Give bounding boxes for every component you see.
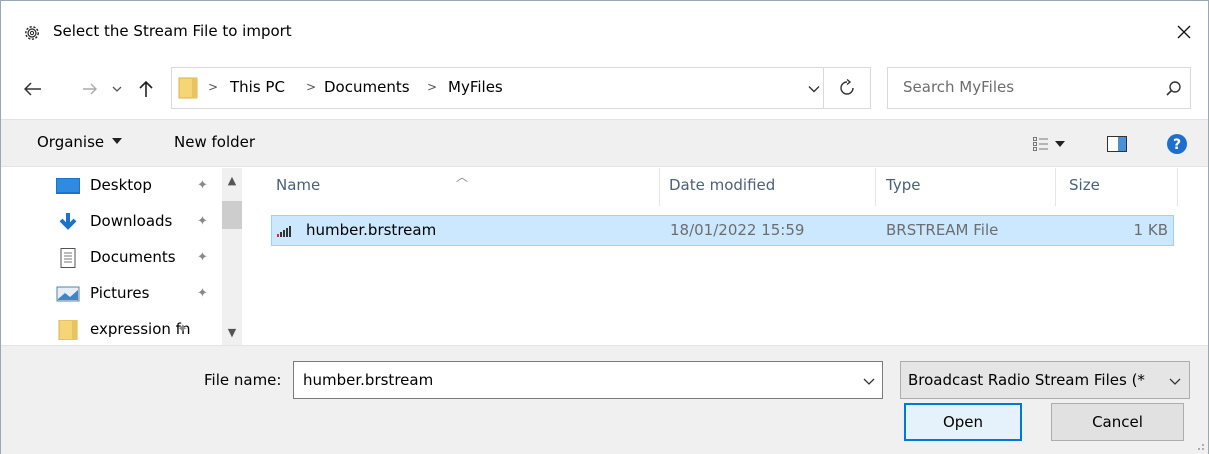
caret-down-icon xyxy=(1055,141,1065,147)
arrow-left-icon xyxy=(24,82,41,96)
close-button[interactable] xyxy=(1164,15,1204,49)
up-button[interactable] xyxy=(135,75,157,103)
pin-icon: ✦ xyxy=(197,214,208,229)
chevron-down-icon[interactable] xyxy=(862,374,876,388)
column-divider[interactable] xyxy=(875,168,876,206)
table-row[interactable]: humber.brstream 18/01/2022 15:59 BRSTREA… xyxy=(271,215,1174,246)
help-button[interactable]: ? xyxy=(1166,133,1188,155)
pin-icon: ✦ xyxy=(197,178,208,193)
bottom-panel: File name: humber.brstream Broadcast Rad… xyxy=(1,345,1208,454)
breadcrumb-this-pc[interactable]: This PC xyxy=(230,78,285,96)
file-list: ︿ Name Date modified Type Size humber.br… xyxy=(263,168,1208,345)
scrollbar-thumb[interactable] xyxy=(222,201,242,229)
documents-icon xyxy=(60,248,76,268)
pin-icon: ✦ xyxy=(197,286,208,301)
file-type-value: Broadcast Radio Stream Files (* xyxy=(908,371,1145,389)
arrow-right-icon xyxy=(83,83,97,95)
organise-label: Organise xyxy=(37,133,105,151)
open-button[interactable]: Open xyxy=(904,403,1022,441)
column-header-name[interactable]: Name xyxy=(276,176,320,194)
command-toolbar: Organise New folder ? xyxy=(1,119,1208,167)
folder-icon xyxy=(178,77,198,99)
preview-pane-icon xyxy=(1107,136,1127,152)
forward-button[interactable] xyxy=(79,75,101,103)
signal-bars-icon xyxy=(277,226,291,237)
title-bar: Select the Stream File to import xyxy=(1,1,1208,63)
preview-pane-button[interactable] xyxy=(1107,136,1129,154)
search-input[interactable]: Search MyFiles xyxy=(903,78,1014,96)
svg-text:?: ? xyxy=(1173,137,1181,153)
downloads-icon xyxy=(59,213,77,230)
chevron-right-icon: > xyxy=(306,80,317,94)
refresh-icon xyxy=(839,79,854,95)
arrow-up-icon xyxy=(139,80,153,97)
column-divider[interactable] xyxy=(1055,168,1056,206)
resize-grip-icon[interactable] xyxy=(1193,439,1205,451)
file-type-select[interactable]: Broadcast Radio Stream Files (* xyxy=(900,361,1190,399)
chevron-down-icon xyxy=(1169,378,1181,385)
sort-ascending-icon: ︿ xyxy=(456,170,469,184)
nav-item-label: Documents xyxy=(90,248,176,266)
file-name: humber.brstream xyxy=(306,221,437,239)
recent-locations-button[interactable] xyxy=(109,75,125,103)
file-type: BRSTREAM File xyxy=(886,221,999,239)
file-name-combobox[interactable]: humber.brstream xyxy=(293,361,883,399)
chevron-right-icon: > xyxy=(427,80,438,94)
chevron-down-icon xyxy=(112,86,122,92)
column-divider[interactable] xyxy=(659,168,660,206)
breadcrumb-documents[interactable]: Documents xyxy=(324,78,410,96)
chevron-down-icon xyxy=(808,86,820,93)
organise-button[interactable]: Organise xyxy=(37,133,123,151)
chevron-right-icon: > xyxy=(208,80,219,94)
help-icon: ? xyxy=(1167,134,1187,154)
caret-down-icon xyxy=(112,138,123,144)
search-icon xyxy=(1166,81,1181,96)
column-divider[interactable] xyxy=(1177,168,1178,206)
breadcrumb-myfiles[interactable]: MyFiles xyxy=(448,78,503,96)
file-open-dialog: Select the Stream File to import > This … xyxy=(0,0,1209,454)
file-date-modified: 18/01/2022 15:59 xyxy=(670,221,805,239)
view-options-button[interactable] xyxy=(1033,135,1079,155)
file-name-label: File name: xyxy=(204,371,282,389)
details-view-icon xyxy=(1033,137,1048,151)
nav-item-label: Downloads xyxy=(90,212,173,230)
file-size: 1 KB xyxy=(1133,221,1168,239)
desktop-icon xyxy=(56,178,80,194)
new-folder-button[interactable]: New folder xyxy=(174,133,255,151)
address-bar[interactable]: > This PC > Documents > MyFiles xyxy=(171,67,871,109)
pin-icon: ✦ xyxy=(197,250,208,265)
file-name-field[interactable]: humber.brstream xyxy=(303,371,433,389)
column-header-date-modified[interactable]: Date modified xyxy=(669,176,775,194)
back-button[interactable] xyxy=(21,75,45,103)
scroll-down-icon[interactable]: ▼ xyxy=(226,326,238,339)
close-icon xyxy=(1177,25,1191,39)
column-header-type[interactable]: Type xyxy=(886,176,920,194)
nav-item-label: Pictures xyxy=(90,284,150,302)
nav-item-pictures[interactable]: Pictures ✦ xyxy=(1,276,221,312)
nav-item-downloads[interactable]: Downloads ✦ xyxy=(1,204,221,240)
nav-item-label: Desktop xyxy=(90,176,152,194)
nav-item-expression-fn[interactable]: expression fn ✦ xyxy=(1,312,221,348)
scroll-up-icon[interactable]: ▲ xyxy=(226,174,238,187)
nav-scrollbar[interactable]: ▲ ▼ xyxy=(222,168,242,345)
gear-icon xyxy=(25,26,39,40)
cancel-button[interactable]: Cancel xyxy=(1051,403,1184,441)
column-header-size[interactable]: Size xyxy=(1069,176,1100,194)
pin-icon: ✦ xyxy=(177,322,188,337)
pictures-icon xyxy=(56,286,80,302)
nav-item-desktop[interactable]: Desktop ✦ xyxy=(1,168,221,204)
nav-item-documents[interactable]: Documents ✦ xyxy=(1,240,221,276)
refresh-button[interactable] xyxy=(823,67,869,109)
dialog-title: Select the Stream File to import xyxy=(53,22,292,40)
navigation-pane: Desktop ✦ Downloads ✦ Documents ✦ Pictur… xyxy=(1,168,246,345)
nav-item-label: expression fn xyxy=(90,320,191,338)
search-box[interactable]: Search MyFiles xyxy=(887,67,1191,109)
folder-icon xyxy=(58,320,78,340)
